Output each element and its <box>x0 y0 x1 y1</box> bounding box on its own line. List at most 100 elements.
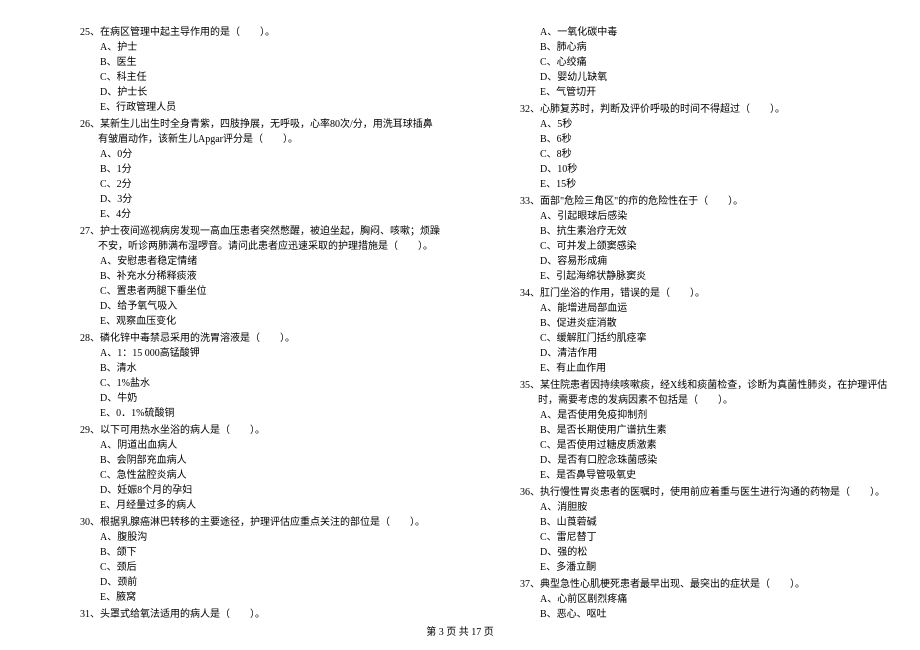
option-item: C、雷尼替丁 <box>540 530 900 545</box>
page-footer: 第 3 页 共 17 页 <box>0 623 920 638</box>
option-item: E、多潘立酮 <box>540 560 900 575</box>
question-block: 31、头罩式给氧法适用的病人是（ ）。 <box>80 607 440 622</box>
option-item: A、阴道出血病人 <box>100 438 440 453</box>
option-item: E、有止血作用 <box>540 361 900 376</box>
question-block: 32、心肺复苏时，判断及评价呼吸的时间不得超过（ ）。A、5秒B、6秒C、8秒D… <box>520 102 900 192</box>
question-block: 33、面部"危险三角区"的疖的危险性在于（ ）。A、引起眼球后感染B、抗生素治疗… <box>520 194 900 284</box>
option-item: C、是否使用过糖皮质激素 <box>540 438 900 453</box>
option-item: E、行政管理人员 <box>100 100 440 115</box>
option-item: E、是否鼻导管吸氧史 <box>540 468 900 483</box>
option-item: C、2分 <box>100 177 440 192</box>
options-list: A、是否使用免疫抑制剂B、是否长期使用广谱抗生素C、是否使用过糖皮质激素D、是否… <box>520 408 900 483</box>
option-item: B、清水 <box>100 361 440 376</box>
option-item: B、肺心病 <box>540 40 900 55</box>
option-item: D、妊娠8个月的孕妇 <box>100 483 440 498</box>
option-item: D、容易形成痈 <box>540 254 900 269</box>
options-list: A、0分B、1分C、2分D、3分E、4分 <box>80 147 440 222</box>
option-item: C、缓解肛门括约肌痉挛 <box>540 331 900 346</box>
option-item: A、护士 <box>100 40 440 55</box>
option-item: A、心前区剧烈疼痛 <box>540 592 900 607</box>
option-item: A、0分 <box>100 147 440 162</box>
option-item: E、0．1%硫酸铜 <box>100 406 440 421</box>
question-text: 32、心肺复苏时，判断及评价呼吸的时间不得超过（ ）。 <box>520 102 900 117</box>
options-list: A、一氧化碳中毒B、肺心病C、心绞痛D、婴幼儿缺氧E、气管切开 <box>520 25 900 100</box>
option-item: B、是否长期使用广谱抗生素 <box>540 423 900 438</box>
question-text: 30、根据乳腺癌淋巴转移的主要途径，护理评估应重点关注的部位是（ ）。 <box>80 515 440 530</box>
option-item: C、急性盆腔炎病人 <box>100 468 440 483</box>
question-text: 28、磷化锌中毒禁忌采用的洗胃溶液是（ ）。 <box>80 331 440 346</box>
options-list: A、阴道出血病人B、会阴部充血病人C、急性盆腔炎病人D、妊娠8个月的孕妇E、月经… <box>80 438 440 513</box>
question-block: A、一氧化碳中毒B、肺心病C、心绞痛D、婴幼儿缺氧E、气管切开 <box>520 25 900 100</box>
question-text: 29、以下可用热水坐浴的病人是（ ）。 <box>80 423 440 438</box>
question-block: 25、在病区管理中起主导作用的是（ ）。A、护士B、医生C、科主任D、护士长E、… <box>80 25 440 115</box>
options-list: A、心前区剧烈疼痛B、恶心、呕吐 <box>520 592 900 622</box>
option-item: A、能增进局部血运 <box>540 301 900 316</box>
option-item: B、颌下 <box>100 545 440 560</box>
option-item: E、月经量过多的病人 <box>100 498 440 513</box>
option-item: A、1：15 000高锰酸钾 <box>100 346 440 361</box>
options-list: A、消胆胺B、山莨菪碱C、雷尼替丁D、强的松E、多潘立酮 <box>520 500 900 575</box>
option-item: B、山莨菪碱 <box>540 515 900 530</box>
option-item: C、颈后 <box>100 560 440 575</box>
options-list: A、腹股沟B、颌下C、颈后D、颈前E、腋窝 <box>80 530 440 605</box>
question-text: 25、在病区管理中起主导作用的是（ ）。 <box>80 25 440 40</box>
option-item: A、引起眼球后感染 <box>540 209 900 224</box>
question-block: 29、以下可用热水坐浴的病人是（ ）。A、阴道出血病人B、会阴部充血病人C、急性… <box>80 423 440 513</box>
option-item: D、给予氧气吸入 <box>100 299 440 314</box>
options-list: A、护士B、医生C、科主任D、护士长E、行政管理人员 <box>80 40 440 115</box>
option-item: C、可并发上颌窦感染 <box>540 239 900 254</box>
option-item: C、1%盐水 <box>100 376 440 391</box>
option-item: B、6秒 <box>540 132 900 147</box>
question-block: 30、根据乳腺癌淋巴转移的主要途径，护理评估应重点关注的部位是（ ）。A、腹股沟… <box>80 515 440 605</box>
question-text: 37、典型急性心肌梗死患者最早出现、最突出的症状是（ ）。 <box>520 577 900 592</box>
options-list: A、1：15 000高锰酸钾B、清水C、1%盐水D、牛奶E、0．1%硫酸铜 <box>80 346 440 421</box>
option-item: B、会阴部充血病人 <box>100 453 440 468</box>
left-column: 25、在病区管理中起主导作用的是（ ）。A、护士B、医生C、科主任D、护士长E、… <box>0 25 460 624</box>
option-item: D、颈前 <box>100 575 440 590</box>
option-item: A、消胆胺 <box>540 500 900 515</box>
option-item: D、清洁作用 <box>540 346 900 361</box>
option-item: E、15秒 <box>540 177 900 192</box>
option-item: D、强的松 <box>540 545 900 560</box>
page-content: 25、在病区管理中起主导作用的是（ ）。A、护士B、医生C、科主任D、护士长E、… <box>0 25 920 624</box>
option-item: B、恶心、呕吐 <box>540 607 900 622</box>
option-item: D、牛奶 <box>100 391 440 406</box>
question-block: 37、典型急性心肌梗死患者最早出现、最突出的症状是（ ）。A、心前区剧烈疼痛B、… <box>520 577 900 622</box>
option-item: C、置患者两腿下垂坐位 <box>100 284 440 299</box>
option-item: D、10秒 <box>540 162 900 177</box>
question-text: 35、某住院患者因持续咳嗽痰，经X线和痰菌检查，诊断为真菌性肺炎，在护理评估时，… <box>520 378 900 408</box>
question-block: 35、某住院患者因持续咳嗽痰，经X线和痰菌检查，诊断为真菌性肺炎，在护理评估时，… <box>520 378 900 483</box>
option-item: A、是否使用免疫抑制剂 <box>540 408 900 423</box>
question-block: 28、磷化锌中毒禁忌采用的洗胃溶液是（ ）。A、1：15 000高锰酸钾B、清水… <box>80 331 440 421</box>
option-item: D、是否有口腔念珠菌感染 <box>540 453 900 468</box>
option-item: E、4分 <box>100 207 440 222</box>
question-text: 31、头罩式给氧法适用的病人是（ ）。 <box>80 607 440 622</box>
option-item: B、1分 <box>100 162 440 177</box>
option-item: E、气管切开 <box>540 85 900 100</box>
option-item: E、观察血压变化 <box>100 314 440 329</box>
question-text: 34、肛门坐浴的作用，错误的是（ ）。 <box>520 286 900 301</box>
option-item: A、安慰患者稳定情绪 <box>100 254 440 269</box>
option-item: B、医生 <box>100 55 440 70</box>
question-block: 26、某新生儿出生时全身青紫，四肢挣展，无呼吸，心率80次/分，用洗耳球插鼻有皱… <box>80 117 440 222</box>
option-item: E、引起海绵状静脉窦炎 <box>540 269 900 284</box>
question-block: 34、肛门坐浴的作用，错误的是（ ）。A、能增进局部血运B、促进炎症消散C、缓解… <box>520 286 900 376</box>
option-item: C、心绞痛 <box>540 55 900 70</box>
option-item: A、5秒 <box>540 117 900 132</box>
question-text: 27、护士夜间巡视病房发现一高血压患者突然憋醒，被迫坐起，胸闷、咳嗽；烦躁不安，… <box>80 224 440 254</box>
option-item: A、一氧化碳中毒 <box>540 25 900 40</box>
option-item: E、腋窝 <box>100 590 440 605</box>
question-text: 33、面部"危险三角区"的疖的危险性在于（ ）。 <box>520 194 900 209</box>
question-text: 26、某新生儿出生时全身青紫，四肢挣展，无呼吸，心率80次/分，用洗耳球插鼻有皱… <box>80 117 440 147</box>
option-item: A、腹股沟 <box>100 530 440 545</box>
option-item: B、抗生素治疗无效 <box>540 224 900 239</box>
option-item: C、8秒 <box>540 147 900 162</box>
question-text: 36、执行慢性胃炎患者的医嘱时，使用前应着重与医生进行沟通的药物是（ ）。 <box>520 485 900 500</box>
option-item: C、科主任 <box>100 70 440 85</box>
option-item: D、护士长 <box>100 85 440 100</box>
options-list: A、引起眼球后感染B、抗生素治疗无效C、可并发上颌窦感染D、容易形成痈E、引起海… <box>520 209 900 284</box>
option-item: B、促进炎症消散 <box>540 316 900 331</box>
option-item: D、3分 <box>100 192 440 207</box>
option-item: D、婴幼儿缺氧 <box>540 70 900 85</box>
right-column: A、一氧化碳中毒B、肺心病C、心绞痛D、婴幼儿缺氧E、气管切开32、心肺复苏时，… <box>460 25 920 624</box>
